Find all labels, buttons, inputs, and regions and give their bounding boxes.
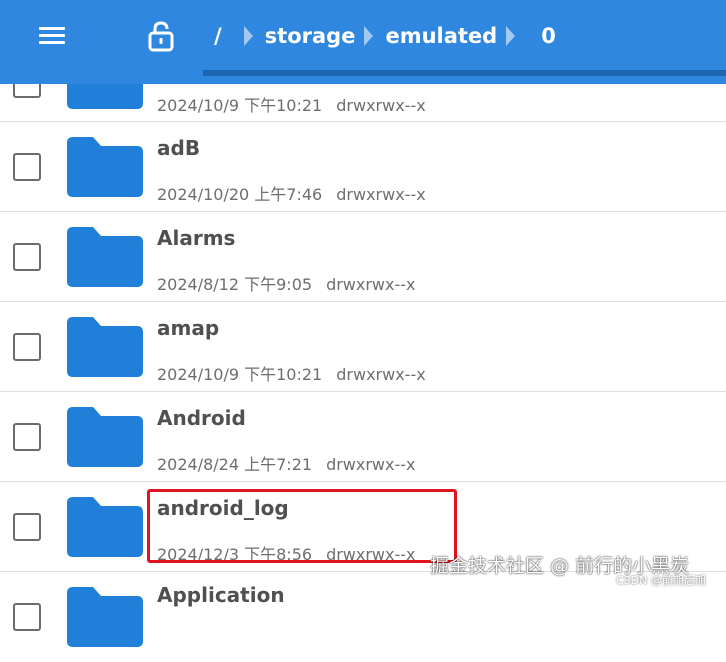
file-meta: 2024/10/20 上午7:46 drwxrwx--x (157, 181, 426, 205)
chevron-right-icon (506, 26, 516, 46)
file-name: Android (157, 406, 246, 430)
file-row-2[interactable]: Alarms 2024/8/12 下午9:05 drwxrwx--x (0, 211, 726, 302)
folder-icon (67, 587, 143, 647)
watermark-source: CSDN @前期后期 (616, 574, 706, 587)
file-date: 2024/10/20 上午7:46 (157, 185, 323, 204)
folder-icon (67, 497, 143, 557)
file-meta: 2024/10/9 下午10:21 drwxrwx--x (157, 92, 426, 116)
row-checkbox[interactable] (13, 153, 41, 181)
row-checkbox[interactable] (13, 603, 41, 631)
row-checkbox[interactable] (13, 423, 41, 451)
folder-icon (67, 227, 143, 287)
file-date: 2024/8/12 下午9:05 (157, 275, 313, 294)
row-checkbox[interactable] (13, 243, 41, 271)
app-bar: / storage emulated 0 (0, 0, 726, 84)
breadcrumb-storage[interactable]: storage (265, 24, 356, 48)
file-row-1[interactable]: adB 2024/10/20 上午7:46 drwxrwx--x (0, 121, 726, 212)
menu-button[interactable] (30, 14, 76, 58)
breadcrumb-emulated[interactable]: emulated (385, 24, 497, 48)
breadcrumb: / storage emulated 0 (214, 20, 556, 52)
file-row-4[interactable]: Android 2024/8/24 上午7:21 drwxrwx--x (0, 391, 726, 482)
file-name: amap (157, 316, 220, 340)
file-name: adB (157, 136, 201, 160)
tab-indicator (203, 70, 726, 76)
file-date: 2024/8/24 上午7:21 (157, 455, 313, 474)
file-permissions: drwxrwx--x (336, 185, 426, 204)
folder-icon (67, 317, 143, 377)
chevron-right-icon (243, 26, 253, 46)
file-permissions: drwxrwx--x (326, 455, 416, 474)
file-name: Alarms (157, 226, 236, 250)
row-checkbox[interactable] (13, 333, 41, 361)
breadcrumb-root[interactable]: / (214, 24, 222, 48)
file-meta: 2024/8/12 下午9:05 drwxrwx--x (157, 271, 416, 295)
chevron-right-icon (364, 26, 374, 46)
file-permissions: drwxrwx--x (336, 96, 426, 115)
folder-icon (67, 407, 143, 467)
file-date: 2024/10/9 下午10:21 (157, 365, 323, 384)
lock-open-icon[interactable] (146, 20, 176, 52)
file-date: 2024/10/9 下午10:21 (157, 96, 323, 115)
file-meta: 2024/10/9 下午10:21 drwxrwx--x (157, 361, 426, 385)
breadcrumb-0[interactable]: 0 (541, 24, 556, 48)
folder-icon (67, 137, 143, 197)
file-permissions: drwxrwx--x (336, 365, 426, 384)
file-row-3[interactable]: amap 2024/10/9 下午10:21 drwxrwx--x (0, 301, 726, 392)
file-meta: 2024/8/24 上午7:21 drwxrwx--x (157, 451, 416, 475)
row-checkbox[interactable] (13, 513, 41, 541)
highlight-box (147, 489, 457, 563)
file-permissions: drwxrwx--x (326, 275, 416, 294)
file-name: Application (157, 583, 285, 607)
